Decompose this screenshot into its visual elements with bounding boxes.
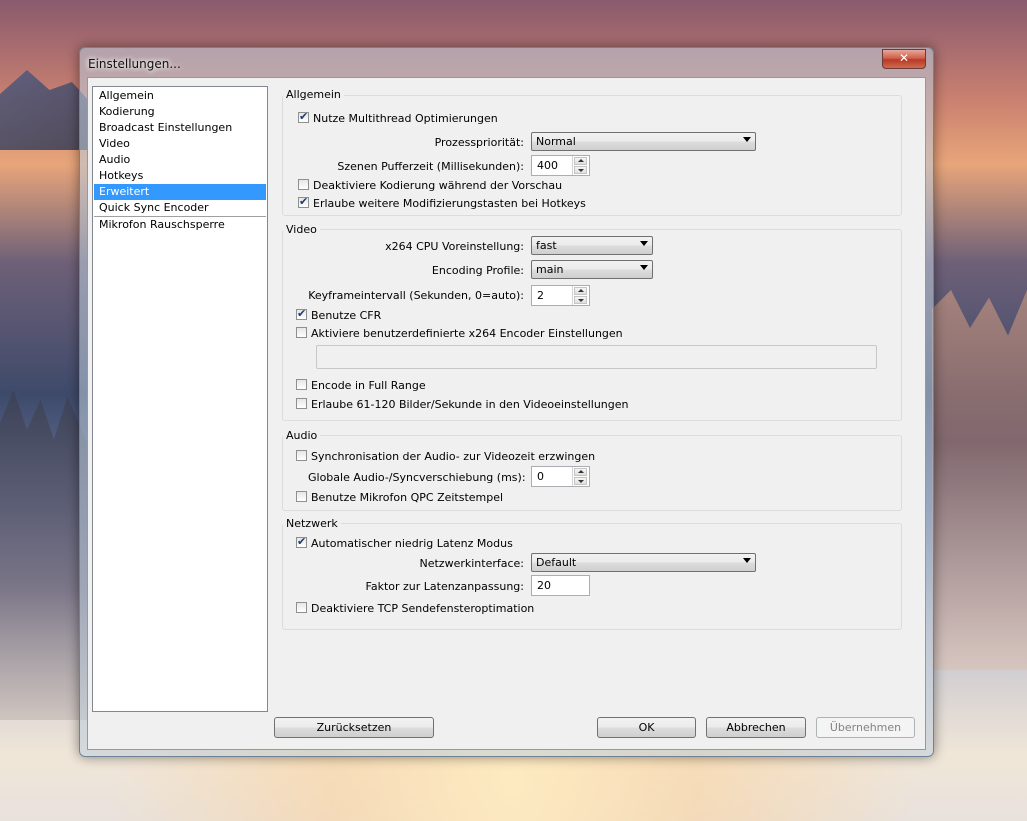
- reset-button[interactable]: Zurücksetzen: [274, 717, 434, 738]
- multithread-label: Nutze Multithread Optimierungen: [313, 112, 498, 125]
- ok-button[interactable]: OK: [597, 717, 696, 738]
- full-range-checkbox[interactable]: ✔: [296, 379, 307, 390]
- group-title-allgemein: Allgemein: [283, 88, 344, 101]
- keyframe-value: 2: [537, 289, 544, 302]
- sidebar-item-broadcast[interactable]: Broadcast Einstellungen: [94, 120, 266, 136]
- buffer-value: 400: [537, 159, 558, 172]
- sidebar-item-kodierung[interactable]: Kodierung: [94, 104, 266, 120]
- preset-label: x264 CPU Voreinstellung:: [385, 240, 524, 253]
- high-fps-checkbox[interactable]: ✔: [296, 398, 307, 409]
- custom-x264-label: Aktiviere benutzerdefinierte x264 Encode…: [311, 327, 623, 340]
- modifier-keys-label: Erlaube weitere Modifizierungstasten bei…: [313, 197, 586, 210]
- spin-up-icon[interactable]: [574, 468, 587, 476]
- latency-factor-input[interactable]: 20: [531, 575, 590, 596]
- modifier-keys-checkbox[interactable]: ✔: [298, 195, 309, 208]
- group-title-netzwerk: Netzwerk: [283, 517, 341, 530]
- low-latency-checkbox[interactable]: ✔: [296, 535, 307, 548]
- chevron-down-icon: [743, 558, 751, 563]
- sidebar-item-mikrofon-rauschsperre[interactable]: Mikrofon Rauschsperre: [94, 217, 266, 233]
- profile-value: main: [536, 263, 564, 276]
- mic-qpc-checkbox[interactable]: ✔: [296, 491, 307, 502]
- settings-window: Einstellungen... ✕ Allgemein Kodierung B…: [79, 47, 934, 757]
- cancel-button[interactable]: Abbrechen: [706, 717, 806, 738]
- tcp-opt-label: Deaktiviere TCP Sendefensteroptimation: [311, 602, 535, 615]
- network-interface-value: Default: [536, 556, 577, 569]
- buffer-spinner[interactable]: 400: [531, 155, 590, 176]
- close-button[interactable]: ✕: [882, 49, 926, 69]
- audio-sync-label: Synchronisation der Audio- zur Videozeit…: [311, 450, 596, 463]
- checkmark-icon: ✔: [297, 535, 307, 548]
- keyframe-spinner[interactable]: 2: [531, 285, 590, 306]
- disable-preview-checkbox[interactable]: ✔: [298, 179, 309, 190]
- latency-factor-label: Faktor zur Latenzanpassung:: [365, 580, 524, 593]
- keyframe-label: Keyframeintervall (Sekunden, 0=auto):: [308, 289, 524, 302]
- buffer-label: Szenen Pufferzeit (Millisekunden):: [337, 160, 524, 173]
- cfr-label: Benutze CFR: [311, 309, 382, 322]
- tcp-opt-checkbox[interactable]: ✔: [296, 602, 307, 613]
- network-interface-select[interactable]: Default: [531, 553, 756, 572]
- spin-down-icon[interactable]: [574, 166, 587, 174]
- title-bar[interactable]: Einstellungen... ✕: [80, 48, 933, 76]
- spin-up-icon[interactable]: [574, 157, 587, 165]
- group-title-video: Video: [283, 223, 320, 236]
- custom-x264-settings-field[interactable]: [316, 345, 877, 369]
- chevron-down-icon: [640, 265, 648, 270]
- group-title-audio: Audio: [283, 429, 321, 442]
- cfr-checkbox[interactable]: ✔: [296, 307, 307, 320]
- chevron-down-icon: [743, 137, 751, 142]
- disable-preview-label: Deaktiviere Kodierung während der Vorsch…: [313, 179, 563, 192]
- chevron-down-icon: [640, 241, 648, 246]
- sidebar-item-quick-sync[interactable]: Quick Sync Encoder: [94, 200, 266, 216]
- priority-label: Prozesspriorität:: [434, 136, 524, 149]
- audio-sync-checkbox[interactable]: ✔: [296, 450, 307, 461]
- preset-select[interactable]: fast: [531, 236, 653, 255]
- sidebar-item-audio[interactable]: Audio: [94, 152, 266, 168]
- profile-label: Encoding Profile:: [431, 264, 524, 277]
- checkmark-icon: ✔: [299, 195, 309, 208]
- checkmark-icon: ✔: [297, 307, 307, 320]
- wallpaper-mountain: [0, 70, 90, 150]
- mic-qpc-label: Benutze Mikrofon QPC Zeitstempel: [311, 491, 504, 504]
- window-title: Einstellungen...: [88, 57, 181, 71]
- audio-offset-value: 0: [537, 470, 544, 483]
- group-video: [282, 229, 902, 421]
- dialog-client-area: Allgemein Kodierung Broadcast Einstellun…: [87, 77, 926, 750]
- apply-button[interactable]: Übernehmen: [816, 717, 915, 738]
- custom-x264-checkbox[interactable]: ✔: [296, 327, 307, 338]
- sidebar-item-video[interactable]: Video: [94, 136, 266, 152]
- network-interface-label: Netzwerkinterface:: [419, 557, 524, 570]
- audio-offset-label: Globale Audio-/Syncverschiebung (ms):: [308, 471, 526, 484]
- audio-offset-spinner[interactable]: 0: [531, 466, 590, 487]
- priority-value: Normal: [536, 135, 576, 148]
- wallpaper-trees-left: [0, 390, 90, 720]
- multithread-checkbox[interactable]: ✔: [298, 110, 309, 123]
- low-latency-label: Automatischer niedrig Latenz Modus: [311, 537, 513, 550]
- close-icon: ✕: [898, 51, 910, 65]
- spin-down-icon[interactable]: [574, 296, 587, 304]
- sidebar-item-allgemein[interactable]: Allgemein: [94, 88, 266, 104]
- wallpaper-trees-right: [932, 290, 1027, 670]
- checkmark-icon: ✔: [299, 110, 309, 123]
- sidebar-item-erweitert[interactable]: Erweitert: [94, 184, 266, 200]
- full-range-label: Encode in Full Range: [311, 379, 426, 392]
- priority-select[interactable]: Normal: [531, 132, 756, 151]
- sidebar-item-hotkeys[interactable]: Hotkeys: [94, 168, 266, 184]
- preset-value: fast: [536, 239, 557, 252]
- latency-factor-value: 20: [537, 579, 551, 592]
- settings-category-list[interactable]: Allgemein Kodierung Broadcast Einstellun…: [92, 86, 268, 712]
- spin-down-icon[interactable]: [574, 477, 587, 485]
- spin-up-icon[interactable]: [574, 287, 587, 295]
- profile-select[interactable]: main: [531, 260, 653, 279]
- high-fps-label: Erlaube 61-120 Bilder/Sekunde in den Vid…: [311, 398, 629, 411]
